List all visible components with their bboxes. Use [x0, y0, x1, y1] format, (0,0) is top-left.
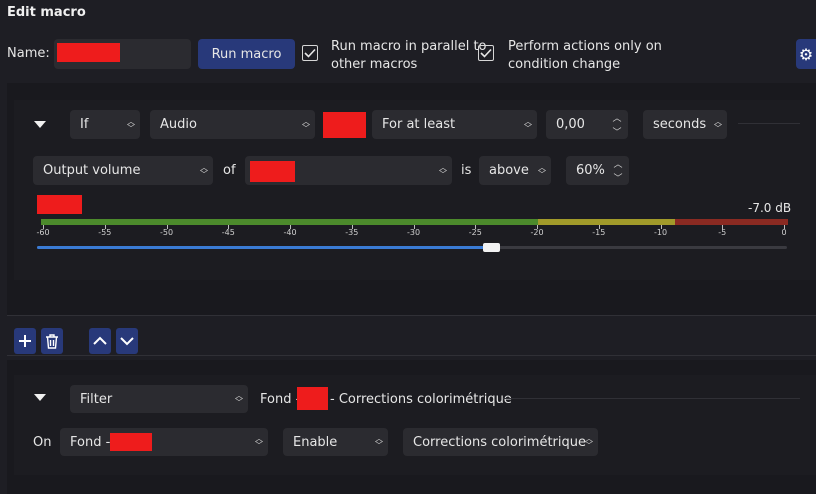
logic-select[interactable]: If ︿ ﹀: [70, 110, 140, 139]
collapse-action-icon[interactable]: [34, 394, 46, 401]
is-label: is: [461, 163, 472, 178]
meter-tick-label: -40: [283, 228, 297, 237]
gear-icon: ⚙: [798, 44, 814, 64]
condition-type-value: Audio: [160, 117, 197, 132]
action-mode-value: Enable: [293, 434, 338, 450]
action-header-divider: [503, 398, 800, 399]
threshold-slider[interactable]: [37, 243, 787, 252]
action-source-select[interactable]: Fond - ︿ ﹀: [60, 428, 268, 456]
condition-change-line1: Perform actions only on: [508, 39, 662, 54]
condition-change-checkbox[interactable]: [478, 45, 494, 61]
meter-tick-label: -15: [592, 228, 606, 237]
updown-chevron-icon: ︿ ﹀: [714, 116, 722, 133]
meter-tick-label: -25: [468, 228, 482, 237]
measure-value: Output volume: [43, 163, 141, 178]
updown-chevron-icon: ︿ ﹀: [375, 434, 383, 450]
meter-tick-label: 0: [781, 228, 787, 237]
meter-tick-label: -60: [36, 228, 50, 237]
parallel-label-line1: Run macro in parallel to: [331, 39, 487, 54]
action-summary-suffix: - Corrections colorimétrique: [330, 392, 512, 407]
updown-chevron-icon: ︿ ﹀: [524, 116, 532, 133]
updown-chevron-icon: ︿ ﹀: [255, 434, 263, 450]
action-type-select[interactable]: Filter ︿ ﹀: [70, 385, 248, 413]
duration-mode-value: For at least: [382, 117, 456, 132]
dialog-title: Edit macro: [7, 5, 86, 20]
settings-button[interactable]: ⚙: [796, 39, 816, 69]
collapse-condition-icon[interactable]: [34, 121, 46, 128]
spin-arrows-icon[interactable]: ︿ ﹀: [609, 156, 627, 185]
duration-mode-select[interactable]: For at least ︿ ﹀: [372, 110, 537, 139]
comparison-select[interactable]: above ︿ ﹀: [479, 156, 551, 185]
meter-tick-label: -55: [98, 228, 112, 237]
updown-chevron-icon: ︿ ﹀: [538, 162, 546, 179]
level-readout: -7.0 dB: [748, 201, 792, 215]
updown-chevron-icon: ︿ ﹀: [235, 391, 243, 407]
redacted-condition-label: [323, 112, 366, 138]
parallel-label: Run macro in parallel to other macros: [331, 38, 487, 74]
updown-chevron-icon: ︿ ﹀: [585, 434, 593, 450]
parallel-checkbox[interactable]: [302, 45, 318, 61]
name-label: Name:: [7, 46, 50, 61]
duration-unit-select[interactable]: seconds ︿ ﹀: [643, 110, 727, 139]
move-down-button[interactable]: [116, 328, 138, 354]
chevron-up-icon: [93, 336, 107, 345]
chevron-down-icon: [120, 337, 134, 346]
action-summary-prefix: Fond -: [260, 392, 301, 407]
redacted-audio-source: [250, 161, 295, 182]
threshold-value: 60%: [576, 163, 605, 178]
threshold-slider-fill: [37, 246, 491, 249]
updown-chevron-icon: ︿ ﹀: [439, 162, 447, 179]
updown-chevron-icon: ︿ ﹀: [200, 162, 208, 179]
redacted-source-name: [110, 433, 152, 451]
filter-value: Corrections colorimétrique: [413, 434, 586, 450]
action-source-prefix: Fond -: [70, 434, 111, 450]
filter-select[interactable]: Corrections colorimétrique ︿ ﹀: [403, 428, 598, 456]
trash-icon: [46, 333, 58, 349]
duration-value: 0,00: [556, 117, 585, 132]
section-divider: [7, 315, 816, 316]
logic-select-value: If: [80, 117, 89, 132]
header-divider: [738, 123, 800, 124]
meter-tick-label: -30: [406, 228, 421, 237]
run-macro-button[interactable]: Run macro: [198, 39, 295, 69]
comparison-value: above: [489, 163, 529, 178]
duration-unit-value: seconds: [653, 117, 707, 132]
meter-red-segment: [675, 219, 788, 225]
add-icon: [19, 335, 31, 347]
macro-name-input[interactable]: [54, 39, 191, 69]
redacted-action-source: [297, 387, 328, 410]
meter-tick-label: -50: [159, 228, 174, 237]
move-up-button[interactable]: [89, 328, 111, 354]
meter-tick-label: -45: [221, 228, 235, 237]
toolbar-divider: [7, 355, 816, 356]
condition-change-label: Perform actions only on condition change: [508, 38, 662, 74]
parallel-label-line2: other macros: [331, 57, 418, 72]
updown-chevron-icon: ︿ ﹀: [127, 116, 135, 133]
of-label: of: [223, 163, 236, 178]
meter-yellow-segment: [538, 219, 675, 225]
on-label: On: [33, 435, 52, 450]
checkmark-icon: [304, 48, 316, 58]
action-mode-select[interactable]: Enable ︿ ﹀: [283, 428, 388, 456]
add-button[interactable]: [14, 328, 36, 354]
condition-type-select[interactable]: Audio ︿ ﹀: [150, 110, 315, 139]
updown-chevron-icon: ︿ ﹀: [302, 116, 310, 133]
action-type-value: Filter: [80, 391, 113, 407]
threshold-slider-handle[interactable]: [482, 243, 500, 252]
redacted-meter-source: [37, 195, 82, 214]
meter-tick-label: -35: [345, 228, 359, 237]
checkmark-icon: [480, 48, 492, 58]
delete-button[interactable]: [41, 328, 63, 354]
spin-arrows-icon[interactable]: ︿ ﹀: [608, 110, 626, 139]
meter-tick-label: -5: [718, 228, 727, 237]
volume-meter: [41, 219, 788, 225]
meter-tick-label: -10: [653, 228, 668, 237]
condition-change-line2: condition change: [508, 57, 621, 72]
threshold-spinbox[interactable]: 60% ︿ ﹀: [566, 156, 629, 185]
meter-tick-label: -20: [530, 228, 544, 237]
duration-spinbox[interactable]: 0,00 ︿ ﹀: [546, 110, 628, 139]
audio-source-select[interactable]: ︿ ﹀: [245, 156, 452, 185]
measure-select[interactable]: Output volume ︿ ﹀: [33, 156, 213, 185]
redacted-macro-name: [57, 43, 120, 62]
